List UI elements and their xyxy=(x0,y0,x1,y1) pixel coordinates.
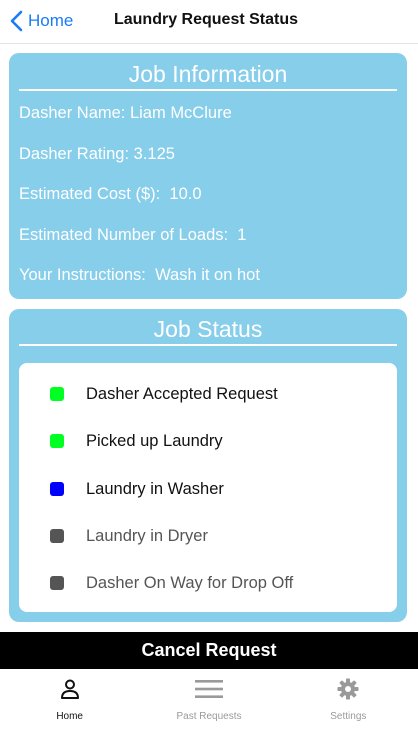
status-indicator-icon xyxy=(50,387,64,401)
status-step-picked-up: Picked up Laundry xyxy=(19,426,397,456)
info-row-instructions: Your Instructions: Wash it on hot xyxy=(19,255,407,296)
info-value: 3.125 xyxy=(133,144,175,163)
menu-lines-icon xyxy=(194,677,224,701)
info-label: Estimated Cost ($): xyxy=(19,185,161,203)
nav-bar: Home Laundry Request Status xyxy=(0,0,418,44)
info-row-dasher-name: Dasher Name: Liam McClure xyxy=(19,93,407,134)
tab-settings[interactable]: Settings xyxy=(279,669,418,730)
status-label: Laundry in Washer xyxy=(86,479,224,498)
info-row-estimated-cost: Estimated Cost ($): 10.0 xyxy=(19,174,407,215)
tab-home[interactable]: Home xyxy=(0,669,139,730)
status-step-accepted: Dasher Accepted Request xyxy=(19,379,397,409)
info-value: 10.0 xyxy=(169,185,202,203)
tab-label: Past Requests xyxy=(176,711,242,722)
page-title: Laundry Request Status xyxy=(113,11,299,28)
status-indicator-icon xyxy=(50,482,64,496)
tab-past-requests[interactable]: Past Requests xyxy=(139,669,278,730)
tab-label: Home xyxy=(56,711,83,722)
info-value: Liam McClure xyxy=(129,104,232,122)
info-row-estimated-loads: Estimated Number of Loads: 1 xyxy=(19,215,407,256)
status-step-drop-off: Dasher On Way for Drop Off xyxy=(19,568,397,598)
tab-label: Settings xyxy=(330,711,367,722)
status-step-washer: Laundry in Washer xyxy=(19,474,397,504)
status-label: Laundry in Dryer xyxy=(86,526,208,545)
person-icon xyxy=(59,677,81,701)
divider xyxy=(19,89,397,91)
tab-bar: Home Past Requests Settings xyxy=(0,669,418,730)
gear-icon xyxy=(337,677,359,701)
status-label: Picked up Laundry xyxy=(86,431,223,450)
status-indicator-icon xyxy=(50,529,64,543)
info-value: 1 xyxy=(237,225,247,244)
status-step-dryer: Laundry in Dryer xyxy=(19,521,397,551)
job-information-card: Job Information Dasher Name: Liam McClur… xyxy=(9,53,407,299)
divider xyxy=(19,344,397,346)
job-information-list: Dasher Name: Liam McClure Dasher Rating:… xyxy=(9,93,407,296)
status-label: Dasher Accepted Request xyxy=(86,384,278,403)
info-label: Dasher Name: xyxy=(19,104,126,122)
info-row-dasher-rating: Dasher Rating: 3.125 xyxy=(19,134,407,175)
status-indicator-icon xyxy=(50,576,64,590)
job-status-title: Job Status xyxy=(153,316,263,342)
info-label: Estimated Number of Loads: xyxy=(19,225,229,244)
status-label: Dasher On Way for Drop Off xyxy=(86,573,294,592)
job-status-card: Job Status Dasher Accepted Request Picke… xyxy=(9,309,407,622)
job-information-title: Job Information xyxy=(128,61,288,87)
info-label: Dasher Rating: xyxy=(19,144,130,163)
info-label: Your Instructions: xyxy=(19,266,146,284)
info-value: Wash it on hot xyxy=(155,266,260,284)
status-list: Dasher Accepted Request Picked up Laundr… xyxy=(19,363,397,612)
status-indicator-icon xyxy=(50,434,64,448)
cancel-request-button[interactable]: Cancel Request xyxy=(0,632,418,669)
